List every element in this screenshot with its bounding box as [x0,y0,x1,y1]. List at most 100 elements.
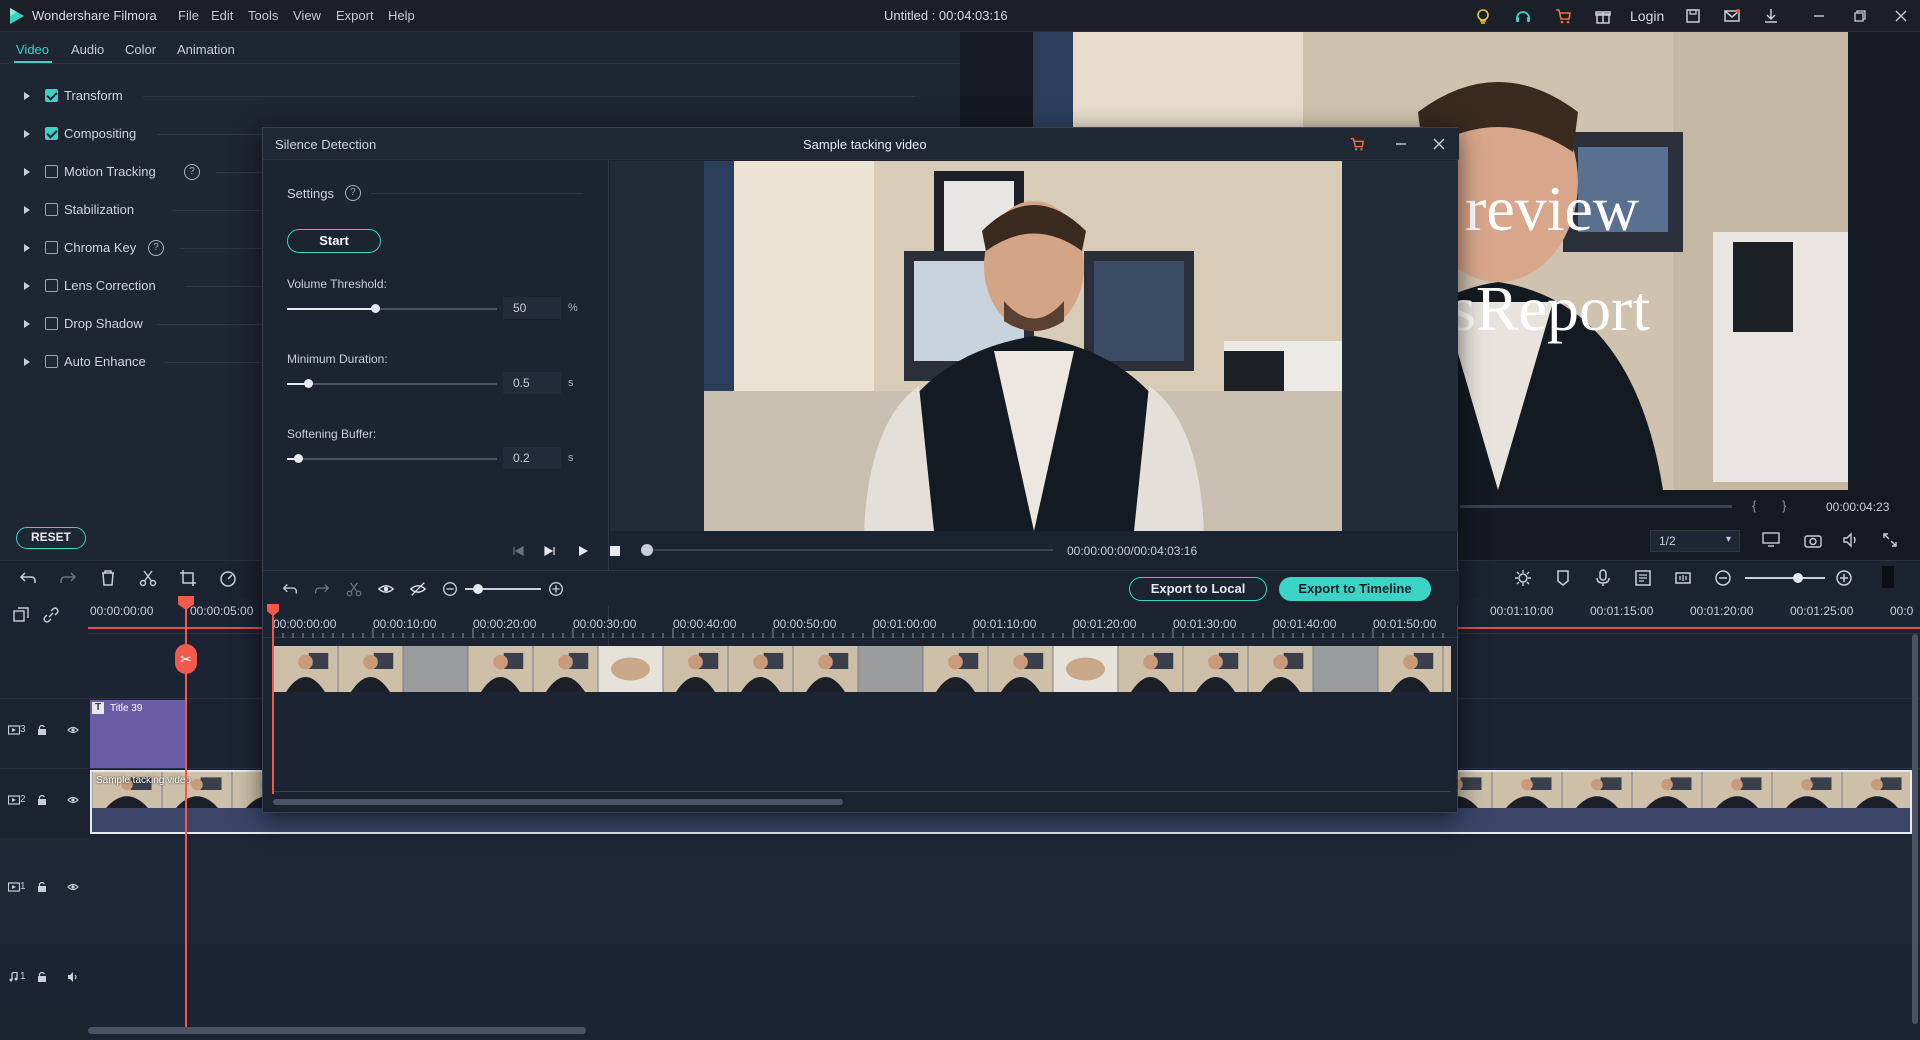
tab-audio[interactable]: Audio [71,42,104,57]
cart-icon[interactable] [1554,7,1572,25]
dialog-video-preview[interactable] [704,161,1342,531]
dialog-progress-knob[interactable] [641,544,653,556]
redo-icon[interactable] [313,580,331,598]
property-checkbox[interactable] [45,89,58,102]
cart-icon[interactable] [1349,136,1365,152]
timeline-vertical-scrollbar[interactable] [1912,634,1918,1024]
parameter-slider-knob[interactable] [294,454,303,463]
menu-export[interactable]: Export [336,8,374,23]
gift-icon[interactable] [1594,7,1612,25]
snapshot-camera-icon[interactable] [1804,532,1822,548]
tab-color[interactable]: Color [125,42,156,57]
delete-icon[interactable] [98,568,118,588]
link-icon[interactable] [42,606,60,624]
parameter-value-input[interactable]: 0.5 [503,372,561,394]
display-icon[interactable] [1762,532,1780,548]
parameter-value-input[interactable]: 50 [503,297,561,319]
menu-tools[interactable]: Tools [248,8,278,23]
expand-arrow-icon[interactable] [24,320,30,328]
preview-quality-select[interactable]: 1/2 ▾ [1650,530,1740,552]
lock-icon[interactable] [37,971,47,983]
playhead-scissors-icon[interactable]: ✂ [175,644,197,674]
expand-arrow-icon[interactable] [24,168,30,176]
download-icon[interactable] [1762,7,1780,25]
save-icon[interactable] [1684,7,1702,25]
play-icon[interactable] [576,544,590,558]
dialog-zoom-slider[interactable] [465,584,541,594]
preview-progress-bar[interactable] [1460,505,1732,508]
expand-arrow-icon[interactable] [24,282,30,290]
audio-mixer-icon[interactable] [1633,568,1653,588]
voiceover-icon[interactable] [1673,568,1693,588]
lock-icon[interactable] [37,881,47,893]
parameter-slider-knob[interactable] [304,379,313,388]
property-checkbox[interactable] [45,203,58,216]
parameter-slider[interactable] [287,454,497,463]
dialog-close-icon[interactable] [1431,136,1447,152]
dialog-minimize-icon[interactable] [1393,136,1409,152]
zoom-in-icon[interactable] [1834,568,1854,588]
export-to-timeline-button[interactable]: Export to Timeline [1279,577,1431,601]
zoom-out-icon[interactable] [441,580,459,598]
stop-icon[interactable] [609,545,621,557]
mark-in-brace-icon[interactable]: { [1752,498,1756,513]
restore-icon[interactable] [1851,7,1869,25]
visibility-eye-icon[interactable] [67,724,79,736]
undo-icon[interactable] [18,568,38,588]
start-button[interactable]: Start [287,229,381,253]
dialog-horizontal-scrollbar[interactable] [273,799,843,805]
microphone-icon[interactable] [1593,568,1613,588]
menu-edit[interactable]: Edit [211,8,233,23]
next-frame-icon[interactable] [543,544,557,558]
headset-support-icon[interactable] [1514,7,1532,25]
visibility-eye-icon[interactable] [67,881,79,893]
parameter-slider[interactable] [287,379,497,388]
marker-icon[interactable] [1553,568,1573,588]
expand-arrow-icon[interactable] [24,92,30,100]
menu-help[interactable]: Help [388,8,415,23]
property-checkbox[interactable] [45,165,58,178]
tab-video[interactable]: Video [16,42,49,57]
dialog-playhead[interactable] [272,606,274,794]
close-icon[interactable] [1892,7,1910,25]
tab-animation[interactable]: Animation [177,42,235,57]
expand-arrow-icon[interactable] [24,244,30,252]
parameter-slider-knob[interactable] [371,304,380,313]
lock-icon[interactable] [37,724,47,736]
dialog-video-clip[interactable] [273,646,1451,692]
reset-button[interactable]: RESET [16,527,86,549]
show-icon[interactable] [377,580,395,598]
property-checkbox[interactable] [45,355,58,368]
hide-icon[interactable] [409,580,427,598]
help-icon[interactable]: ? [148,240,164,256]
lightbulb-icon[interactable] [1474,7,1492,25]
property-row[interactable]: Transform [0,81,920,111]
minimize-icon[interactable] [1810,7,1828,25]
redo-icon[interactable] [58,568,78,588]
crop-icon[interactable] [178,568,198,588]
visibility-eye-icon[interactable] [67,794,79,806]
property-checkbox[interactable] [45,241,58,254]
property-checkbox[interactable] [45,317,58,330]
split-scissors-icon[interactable] [138,568,158,588]
menu-view[interactable]: View [293,8,321,23]
property-checkbox[interactable] [45,279,58,292]
render-icon[interactable] [1513,568,1533,588]
speed-icon[interactable] [218,568,238,588]
zoom-out-icon[interactable] [1713,568,1733,588]
parameter-slider[interactable] [287,304,497,313]
previous-frame-icon[interactable] [511,544,525,558]
zoom-slider[interactable] [1745,573,1825,583]
mute-icon[interactable] [67,971,79,983]
expand-arrow-icon[interactable] [24,206,30,214]
expand-arrow-icon[interactable] [24,130,30,138]
parameter-value-input[interactable]: 0.2 [503,447,561,469]
lock-icon[interactable] [37,794,47,806]
volume-icon[interactable] [1842,532,1860,548]
split-scissors-icon[interactable] [345,580,363,598]
fullscreen-icon[interactable] [1882,532,1898,548]
settings-help-icon[interactable]: ? [345,185,361,201]
dialog-progress-bar[interactable] [641,544,1053,556]
export-to-local-button[interactable]: Export to Local [1129,577,1267,601]
dialog-zoom-knob[interactable] [473,584,483,594]
